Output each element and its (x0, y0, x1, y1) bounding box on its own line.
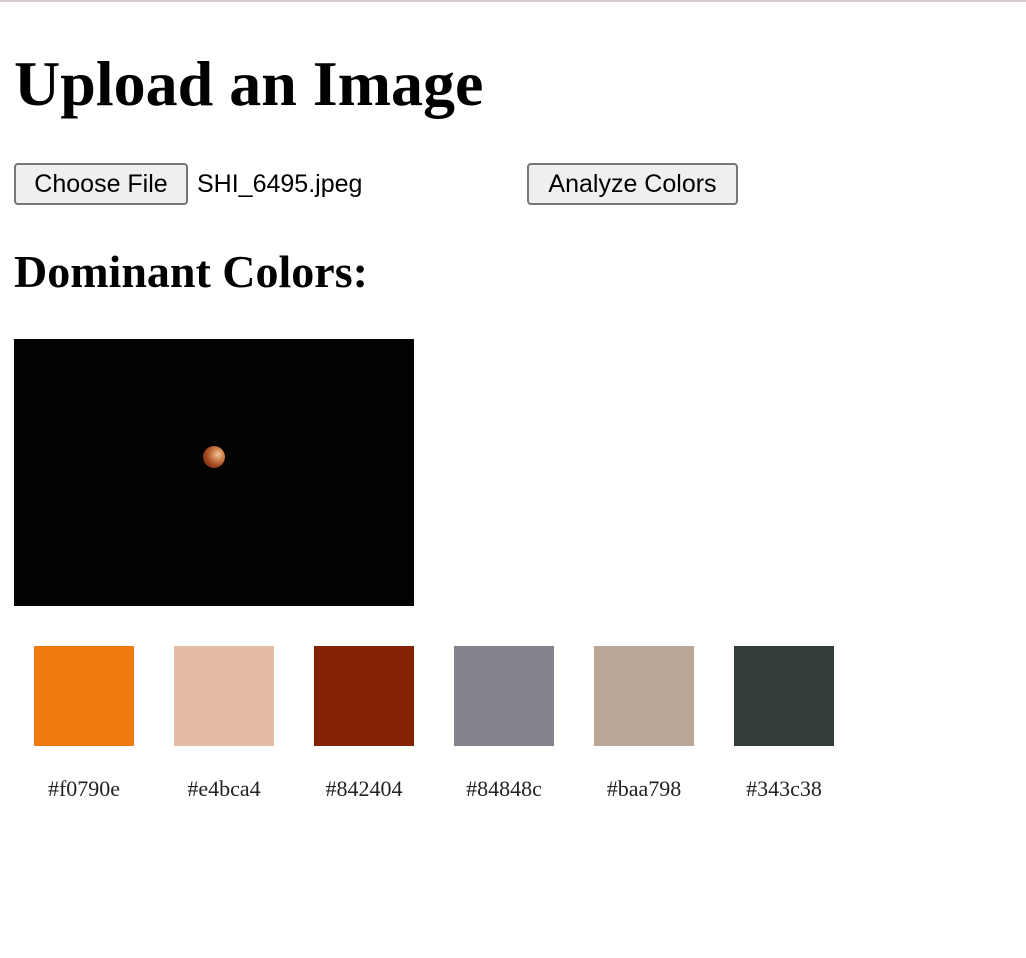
analyze-colors-button[interactable]: Analyze Colors (527, 163, 738, 205)
color-swatch (314, 646, 414, 746)
color-swatch-label: #842404 (325, 776, 403, 801)
color-swatch-label: #84848c (466, 776, 542, 801)
dominant-colors-heading: Dominant Colors: (14, 246, 368, 297)
moon (203, 446, 225, 468)
page-title: Upload an Image (14, 48, 484, 119)
color-swatch-label: #f0790e (47, 776, 121, 801)
color-swatch (734, 646, 834, 746)
uploaded-image-preview (14, 339, 414, 606)
color-swatch (594, 646, 694, 746)
color-swatch-label: #e4bca4 (187, 776, 261, 801)
color-swatch (34, 646, 134, 746)
choose-file-button[interactable]: Choose File (14, 163, 188, 205)
selected-file-name: SHI_6495.jpeg (197, 170, 363, 198)
color-swatch-label: #baa798 (606, 776, 682, 801)
color-swatch-label: #343c38 (746, 776, 822, 801)
color-swatch (454, 646, 554, 746)
color-swatch (174, 646, 274, 746)
